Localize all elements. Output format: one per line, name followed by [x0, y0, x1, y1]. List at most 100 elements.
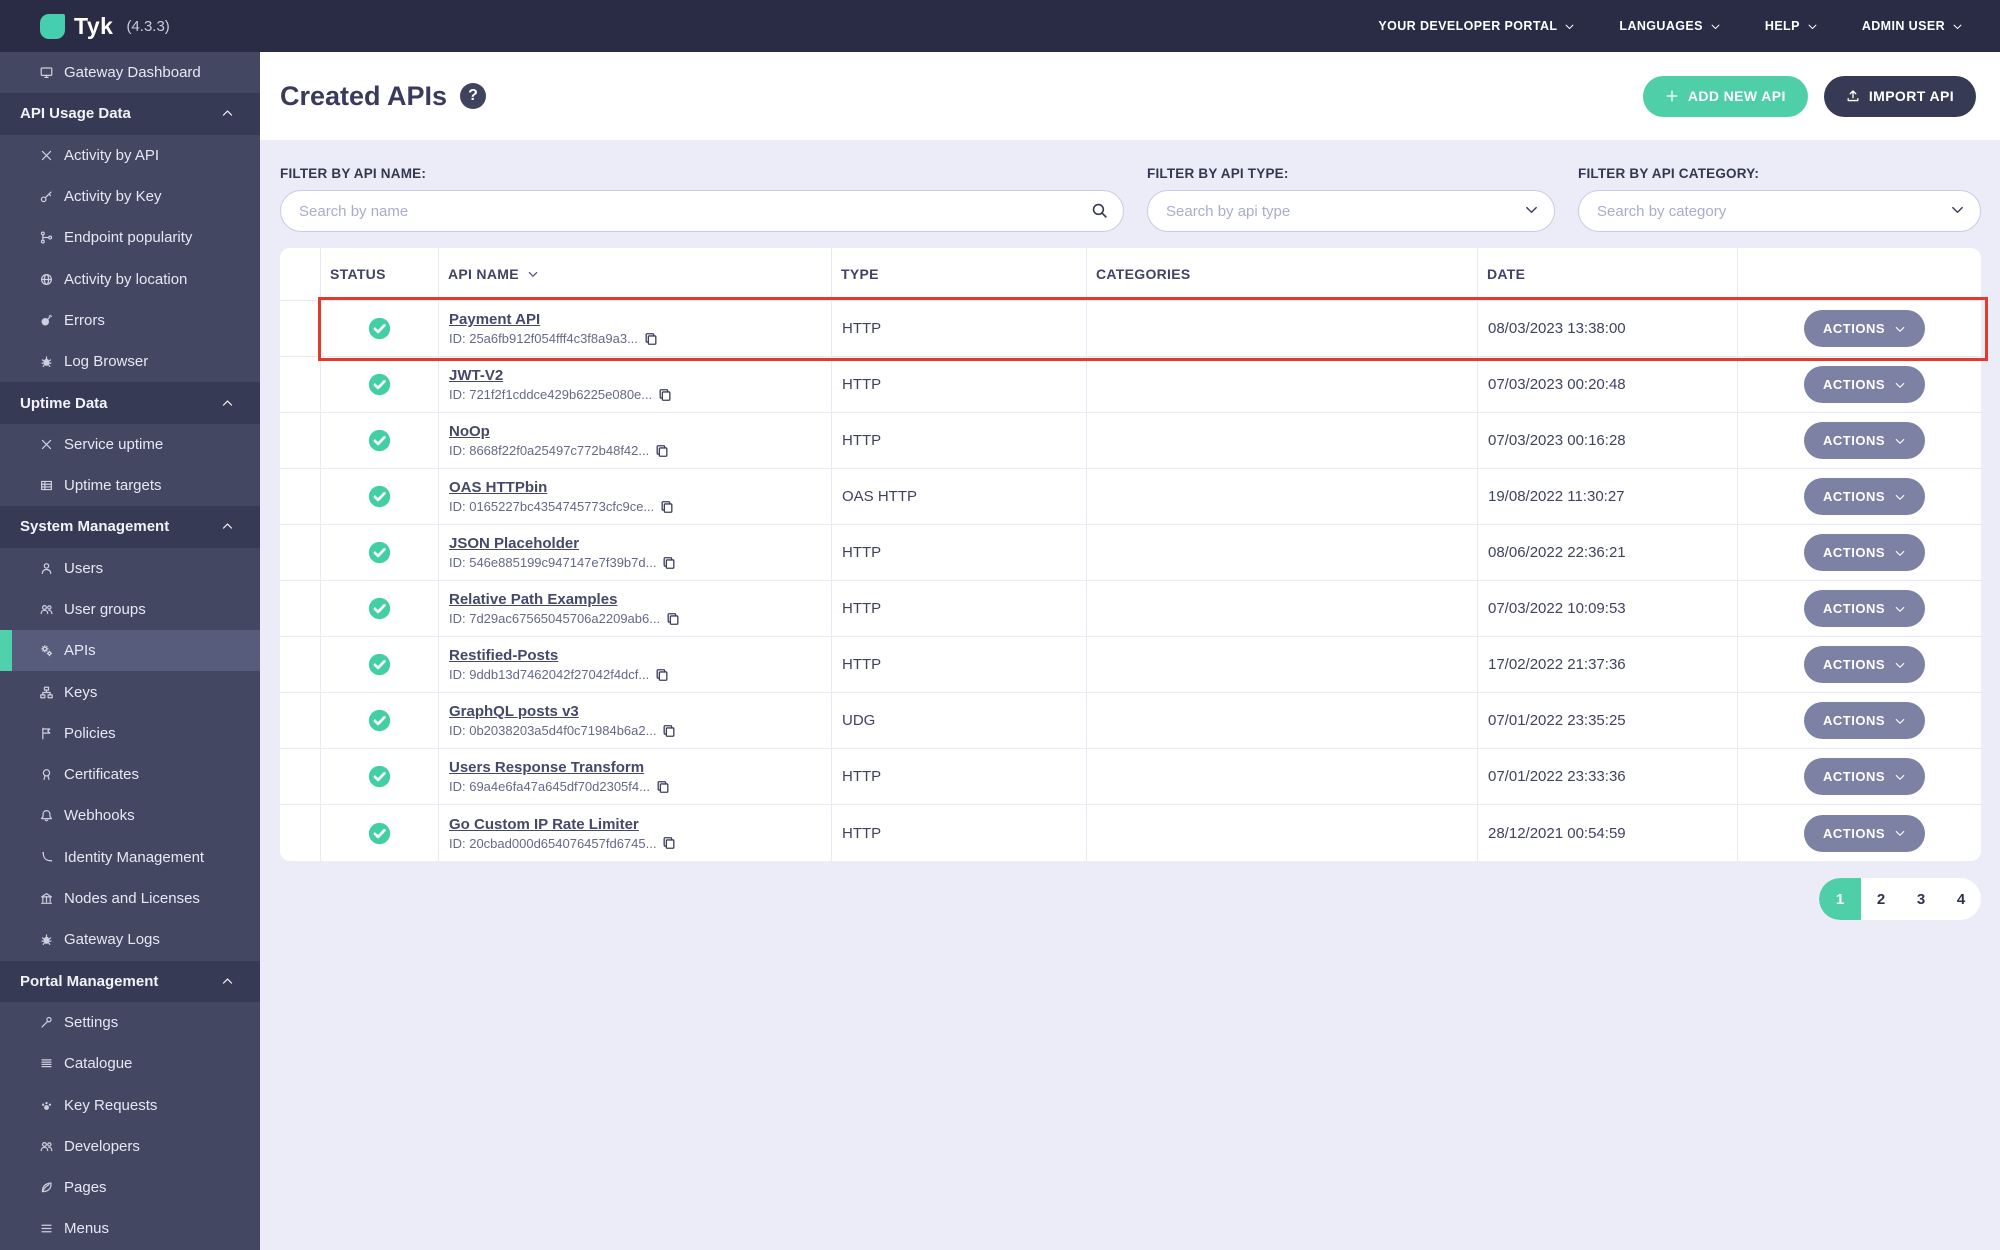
table-row: JWT-V2 ID: 721f2f1cddce429b6225e080e... HT…	[280, 357, 1981, 413]
sidebar-item-pages[interactable]: Pages	[0, 1167, 260, 1208]
copy-id-icon[interactable]	[655, 444, 669, 458]
date-cell: 07/03/2023 00:20:48	[1478, 357, 1738, 412]
status-cell	[321, 525, 439, 580]
sidebar-item-apis[interactable]: APIs	[0, 630, 260, 672]
sidebar-item-identity-management[interactable]: Identity Management	[0, 837, 260, 878]
table-row: Restified-Posts ID: 9ddb13d7462042f27042f…	[280, 637, 1981, 693]
column-header-status: STATUS	[321, 248, 439, 300]
copy-id-icon[interactable]	[666, 612, 680, 626]
sidebar-item-label: Gateway Dashboard	[64, 64, 201, 82]
bank-icon	[40, 892, 53, 905]
actions-button[interactable]: ACTIONS	[1804, 366, 1925, 403]
api-type: HTTP	[842, 824, 882, 842]
api-name-link[interactable]: Users Response Transform	[449, 759, 644, 776]
copy-id-icon[interactable]	[662, 556, 676, 570]
api-type-select[interactable]: Search by api type	[1147, 190, 1555, 232]
sidebar-item-label: Uptime targets	[64, 477, 162, 495]
sidebar-item-activity-by-key[interactable]: Activity by Key	[0, 176, 260, 217]
copy-id-icon[interactable]	[662, 724, 676, 738]
api-name-link[interactable]: GraphQL posts v3	[449, 703, 579, 720]
sidebar-item-nodes-and-licenses[interactable]: Nodes and Licenses	[0, 878, 260, 919]
api-id: ID: 8668f22f0a25497c772b48f42...	[449, 443, 650, 458]
api-name-link[interactable]: Restified-Posts	[449, 647, 558, 664]
pagination-page-1[interactable]: 1	[1819, 878, 1861, 920]
actions-button[interactable]: ACTIONS	[1804, 814, 1925, 852]
sidebar-item-catalogue[interactable]: Catalogue	[0, 1043, 260, 1084]
sidebar-item-keys[interactable]: Keys	[0, 671, 260, 712]
api-name-link[interactable]: JWT-V2	[449, 367, 503, 384]
topbar-menu-label: LANGUAGES	[1619, 19, 1703, 33]
api-name-cell: Users Response Transform ID: 69a4e6fa47a6…	[439, 749, 832, 804]
globe-icon	[40, 273, 53, 286]
api-category-placeholder: Search by category	[1597, 202, 1727, 220]
sidebar-item-errors[interactable]: Errors	[0, 300, 260, 341]
actions-button[interactable]: ACTIONS	[1804, 310, 1925, 347]
topbar-menu-help[interactable]: HELP	[1765, 19, 1818, 33]
actions-button[interactable]: ACTIONS	[1804, 422, 1925, 459]
api-type: HTTP	[842, 600, 882, 617]
copy-id-icon[interactable]	[656, 780, 670, 794]
chevron-down-icon	[1952, 21, 1963, 32]
sidebar-item-users[interactable]: Users	[0, 548, 260, 589]
copy-id-icon[interactable]	[660, 500, 674, 514]
sidebar-item-key-requests[interactable]: Key Requests	[0, 1084, 260, 1125]
add-new-api-button[interactable]: ADD NEW API	[1642, 75, 1808, 117]
column-header-api-name[interactable]: API NAME	[439, 248, 832, 300]
actions-button[interactable]: ACTIONS	[1804, 702, 1925, 739]
topbar-menu-your-developer-portal[interactable]: YOUR DEVELOPER PORTAL	[1378, 19, 1575, 33]
actions-cell: ACTIONS	[1738, 357, 1981, 412]
sidebar-item-service-uptime[interactable]: Service uptime	[0, 424, 260, 465]
api-name-link[interactable]: JSON Placeholder	[449, 535, 579, 552]
sidebar-item-uptime-targets[interactable]: Uptime targets	[0, 465, 260, 506]
topbar-menu-admin-user[interactable]: ADMIN USER	[1862, 19, 1963, 33]
copy-id-icon[interactable]	[655, 668, 669, 682]
sidebar-section-uptime-data[interactable]: Uptime Data	[0, 382, 260, 424]
pagination-page-4[interactable]: 4	[1941, 878, 1981, 920]
sidebar-item-label: Gateway Logs	[64, 931, 160, 949]
column-header-label: CATEGORIES	[1096, 266, 1191, 282]
sidebar-item-certificates[interactable]: Certificates	[0, 754, 260, 795]
sidebar-item-settings[interactable]: Settings	[0, 1002, 260, 1043]
actions-button-label: ACTIONS	[1823, 769, 1885, 784]
actions-button[interactable]: ACTIONS	[1804, 758, 1925, 795]
row-spacer-cell	[280, 357, 321, 412]
pagination-page-2[interactable]: 2	[1861, 878, 1901, 920]
sidebar-item-label: Users	[64, 559, 104, 577]
actions-button[interactable]: ACTIONS	[1804, 590, 1925, 627]
sidebar-section-system-management[interactable]: System Management	[0, 506, 260, 548]
api-name-link[interactable]: NoOp	[449, 423, 490, 440]
sidebar-item-menus[interactable]: Menus	[0, 1208, 260, 1249]
sidebar-item-label: APIs	[64, 642, 96, 660]
import-api-button[interactable]: IMPORT API	[1823, 75, 1976, 117]
sidebar-item-gateway-dashboard[interactable]: Gateway Dashboard	[0, 52, 260, 93]
sidebar-section-api-usage-data[interactable]: API Usage Data	[0, 93, 260, 135]
sidebar-item-user-groups[interactable]: User groups	[0, 589, 260, 630]
sidebar-section-portal-management[interactable]: Portal Management	[0, 960, 260, 1002]
help-icon[interactable]: ?	[460, 83, 487, 109]
sidebar-item-gateway-logs[interactable]: Gateway Logs	[0, 919, 260, 960]
sidebar-item-activity-by-location[interactable]: Activity by location	[0, 258, 260, 299]
chevron-down-icon	[1524, 202, 1539, 217]
sidebar-item-policies[interactable]: Policies	[0, 713, 260, 754]
api-name-link[interactable]: Go Custom IP Rate Limiter	[449, 816, 639, 833]
sidebar-item-log-browser[interactable]: Log Browser	[0, 341, 260, 382]
column-header-label: TYPE	[841, 266, 879, 282]
topbar-menu-languages[interactable]: LANGUAGES	[1619, 19, 1720, 33]
api-category-select[interactable]: Search by category	[1578, 190, 1981, 232]
api-name-link[interactable]: Payment API	[449, 311, 540, 328]
sidebar-item-developers[interactable]: Developers	[0, 1126, 260, 1167]
api-name-link[interactable]: Relative Path Examples	[449, 591, 617, 608]
sidebar-item-endpoint-popularity[interactable]: Endpoint popularity	[0, 217, 260, 258]
search-by-name-input[interactable]	[280, 190, 1124, 232]
api-name-link[interactable]: OAS HTTPbin	[449, 479, 547, 496]
pagination-page-3[interactable]: 3	[1901, 878, 1941, 920]
sidebar-item-webhooks[interactable]: Webhooks	[0, 795, 260, 836]
copy-id-icon[interactable]	[662, 836, 676, 850]
actions-button[interactable]: ACTIONS	[1804, 478, 1925, 515]
chevron-down-icon	[1894, 435, 1906, 447]
copy-id-icon[interactable]	[658, 388, 672, 402]
actions-button[interactable]: ACTIONS	[1804, 534, 1925, 571]
actions-button[interactable]: ACTIONS	[1804, 646, 1925, 683]
sidebar-item-activity-by-api[interactable]: Activity by API	[0, 135, 260, 176]
copy-id-icon[interactable]	[644, 332, 658, 346]
